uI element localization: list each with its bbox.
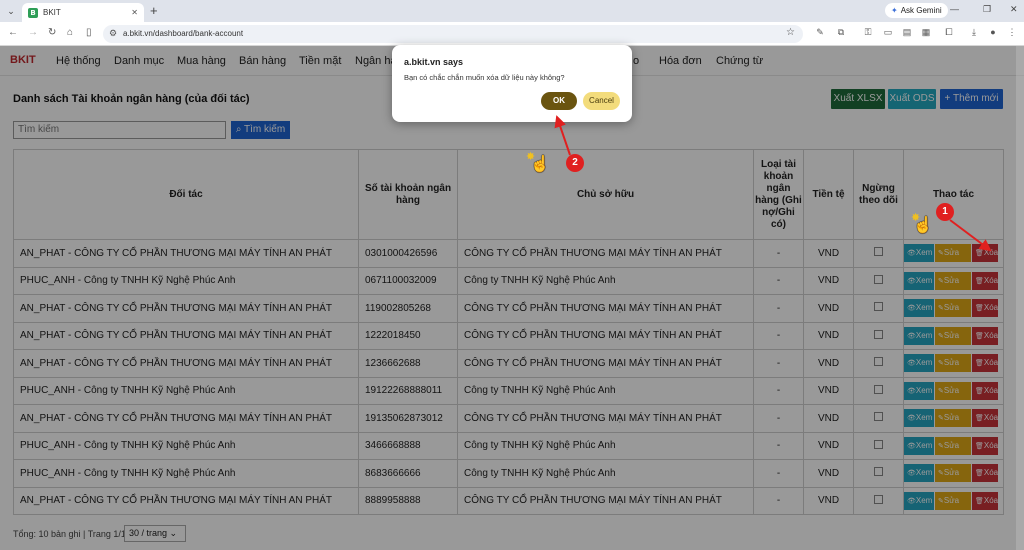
favicon-icon: B (28, 7, 38, 18)
hand-cursor-icon: ☝ (913, 217, 933, 234)
bookmark-star-icon[interactable]: ☆ (786, 27, 795, 38)
step-2-badge: 2 (566, 154, 584, 172)
home-icon[interactable]: ⌂ (67, 27, 73, 38)
gemini-icon: ✦ (891, 6, 898, 15)
omnibox[interactable]: ⚙ a.bkit.vn/dashboard/bank-account ☆ (103, 25, 803, 43)
dialog-message: Bạn có chắc chắn muốn xóa dữ liệu này kh… (404, 73, 565, 82)
back-icon[interactable]: ← (8, 27, 18, 38)
url-text[interactable]: a.bkit.vn/dashboard/bank-account (123, 29, 243, 38)
card-icon[interactable]: ▭ (882, 26, 894, 38)
avatar[interactable]: ● (987, 26, 999, 38)
tab-title: BKIT (43, 8, 61, 17)
key-icon[interactable]: ⚿ (862, 26, 874, 38)
dialog-title: a.bkit.vn says (404, 57, 464, 67)
browser-tabbar: ⌄ B BKIT ✕ + ✦ Ask Gemini — ❐ ✕ (0, 0, 1024, 22)
site-settings-icon[interactable]: ⚙ (109, 28, 117, 39)
tab-search-icon[interactable]: ⌄ (4, 4, 18, 18)
new-tab-icon[interactable]: + (150, 3, 158, 18)
confirm-dialog: a.bkit.vn says Bạn có chắc chắn muốn xóa… (392, 45, 632, 122)
extension-pen-icon[interactable]: ✎ (814, 26, 826, 38)
cancel-button[interactable]: Cancel (583, 92, 620, 110)
extensions-icon[interactable]: ⧉ (835, 26, 847, 38)
kebab-menu-icon[interactable]: ⋮ (1006, 26, 1018, 38)
forward-icon[interactable]: → (28, 27, 38, 38)
browser-tab[interactable]: B BKIT ✕ (22, 3, 144, 22)
reader-icon[interactable]: ▤ (901, 26, 913, 38)
reload-icon[interactable]: ↻ (48, 27, 56, 38)
sidebar-icon[interactable]: ▯ (86, 27, 92, 38)
ask-gemini-label: Ask Gemini (900, 6, 942, 15)
minimize-icon[interactable]: — (950, 4, 959, 14)
hand-cursor-icon: ☝ (530, 156, 550, 173)
restore-icon[interactable]: ❐ (983, 4, 991, 15)
scrollbar[interactable] (1016, 46, 1024, 550)
step-1-badge: 1 (936, 203, 954, 221)
download-icon[interactable]: ⤓ (968, 26, 980, 38)
ask-gemini-button[interactable]: ✦ Ask Gemini (885, 3, 948, 18)
window-close-icon[interactable]: ✕ (1010, 4, 1018, 15)
ok-button[interactable]: OK (541, 92, 577, 110)
close-icon[interactable]: ✕ (131, 8, 138, 17)
puzzle-icon[interactable]: ⧠ (943, 26, 955, 38)
calendar-icon[interactable]: ▦ (920, 26, 932, 38)
